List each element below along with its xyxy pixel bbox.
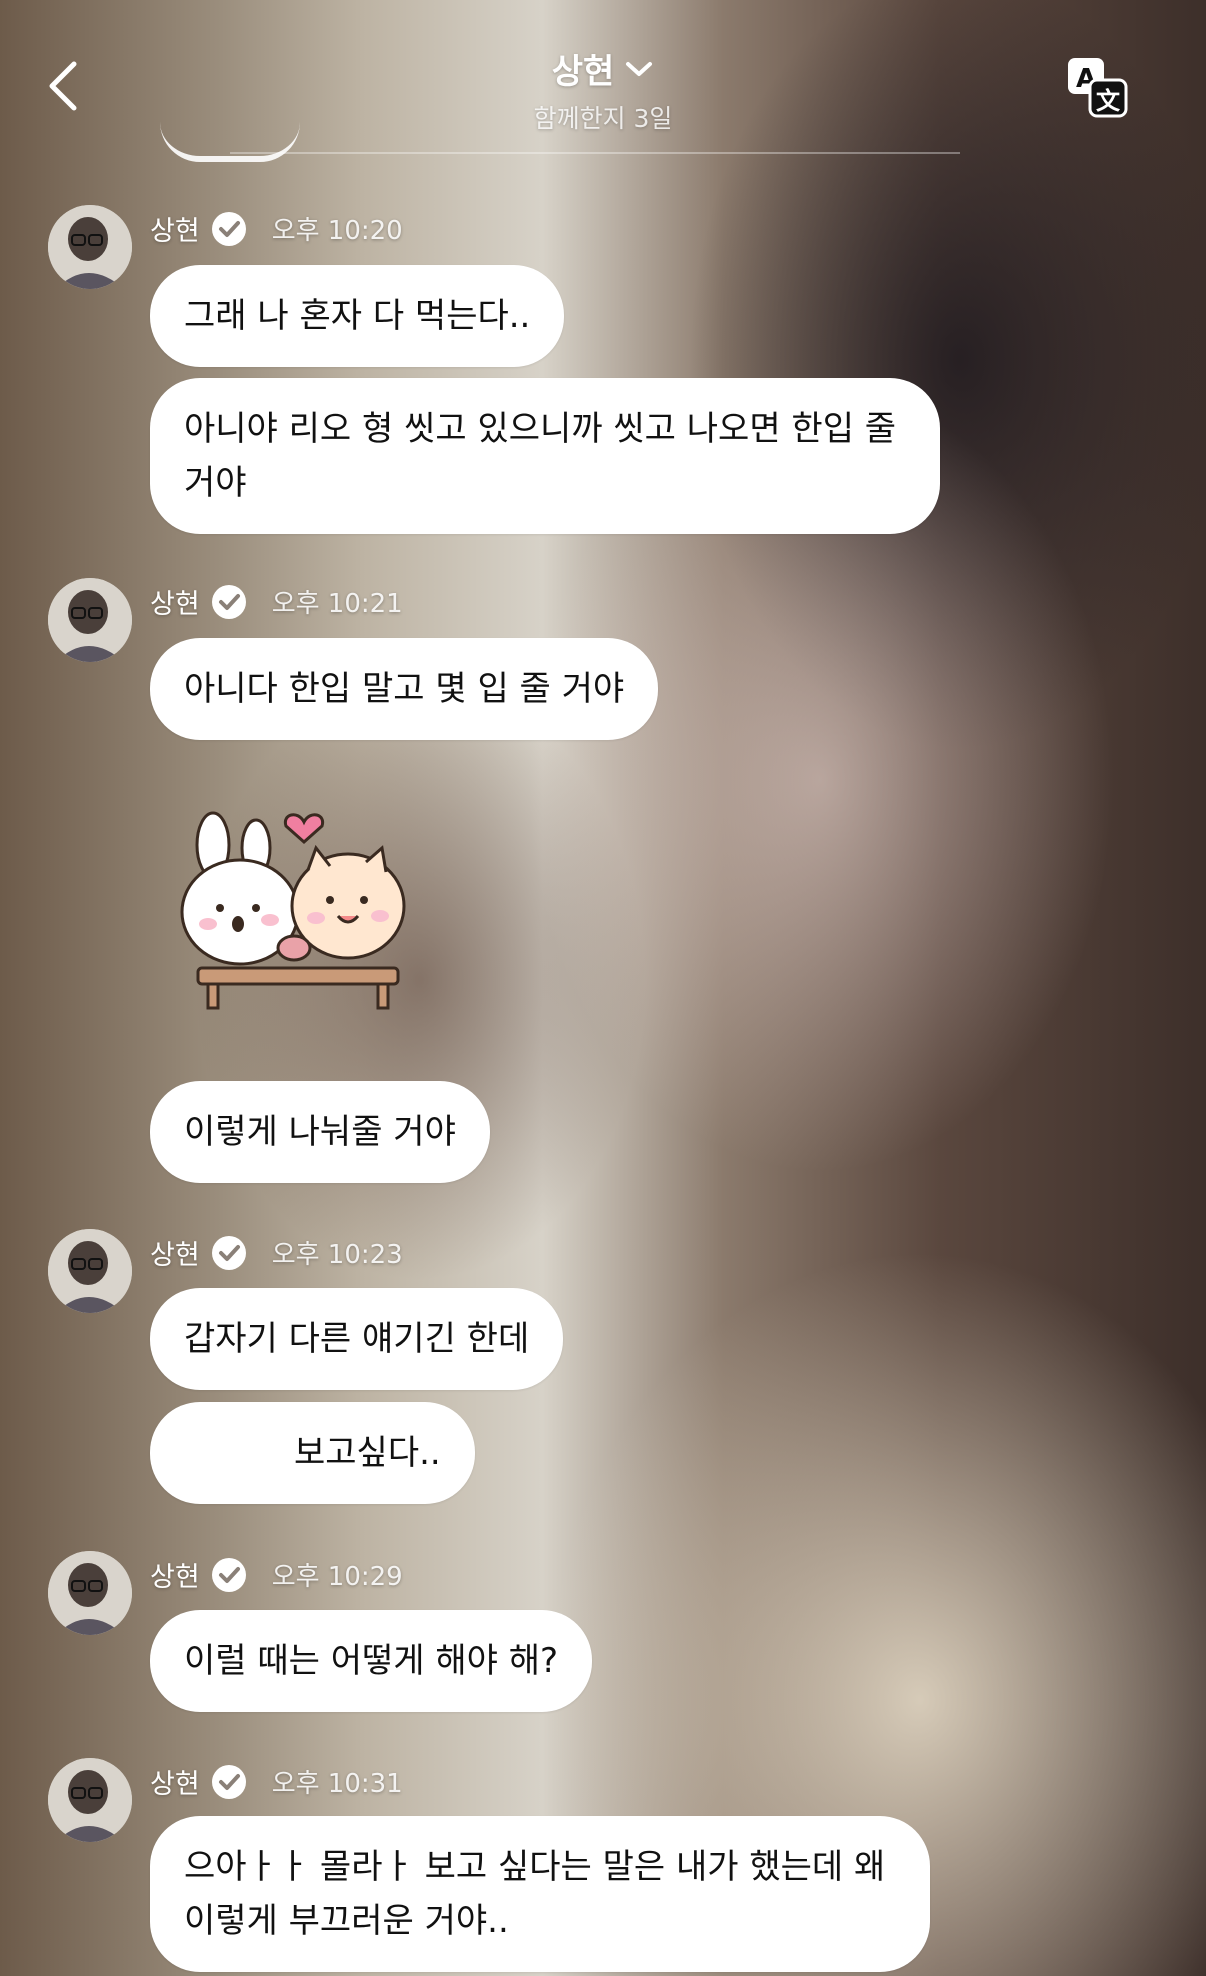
verified-badge-icon (211, 1235, 246, 1270)
message-header: 상현 오후 10:20 (48, 205, 403, 289)
chat-title: 상현 (551, 52, 615, 92)
message-bubble[interactable]: 아니다 한입 말고 몇 입 줄 거야 (150, 638, 659, 740)
svg-text:文: 文 (1096, 87, 1121, 115)
previous-bubble-edge (160, 120, 300, 162)
sender-name: 상현 (150, 589, 200, 620)
verified-badge-icon (211, 584, 246, 619)
message-bubble[interactable]: 이럴 때는 어떻게 해야 해? (150, 1610, 593, 1712)
message-bubble[interactable]: 보고싶다.. (150, 1402, 475, 1504)
timestamp: 오후 10:23 (271, 1240, 403, 1270)
sender-name: 상현 (150, 1769, 200, 1800)
message-bubble[interactable]: 아니야 리오 형 씻고 있으니까 씻고 나오면 한입 줄 거야 (150, 378, 940, 534)
header-divider (230, 152, 960, 154)
avatar[interactable] (48, 578, 132, 662)
timestamp: 오후 10:20 (271, 216, 403, 246)
message-header: 상현 오후 10:31 (48, 1758, 403, 1842)
chevron-down-icon (626, 61, 653, 76)
verified-badge-icon (211, 1764, 246, 1799)
chat-title-dropdown[interactable]: 상현 (552, 44, 655, 93)
message-bubble[interactable]: 이렇게 나눠줄 거야 (150, 1081, 490, 1183)
avatar[interactable] (48, 205, 132, 289)
translate-button[interactable]: A 文 (1066, 56, 1128, 118)
verified-badge-icon (211, 211, 246, 246)
avatar[interactable] (48, 1229, 132, 1313)
verified-badge-icon (211, 1557, 246, 1592)
sticker-image[interactable] (168, 800, 428, 1020)
sender-name: 상현 (150, 1562, 200, 1593)
message-bubble[interactable]: 갑자기 다른 얘기긴 한데 (150, 1288, 564, 1390)
avatar[interactable] (48, 1758, 132, 1842)
avatar[interactable] (48, 1551, 132, 1635)
timestamp: 오후 10:31 (271, 1769, 403, 1799)
sender-name: 상현 (150, 1240, 200, 1271)
message-bubble[interactable]: 그래 나 혼자 다 먹는다.. (150, 265, 565, 367)
message-header: 상현 오후 10:23 (48, 1229, 403, 1313)
message-header: 상현 오후 10:29 (48, 1551, 403, 1635)
message-header: 상현 오후 10:21 (48, 578, 403, 662)
translate-icon: A 文 (1068, 58, 1128, 118)
timestamp: 오후 10:29 (271, 1562, 403, 1592)
sender-name: 상현 (150, 216, 200, 247)
timestamp: 오후 10:21 (271, 589, 403, 619)
message-bubble[interactable]: 으아ㅏㅏ 몰라ㅏ 보고 싶다는 말은 내가 했는데 왜 이렇게 부끄러운 거야.… (150, 1816, 930, 1972)
